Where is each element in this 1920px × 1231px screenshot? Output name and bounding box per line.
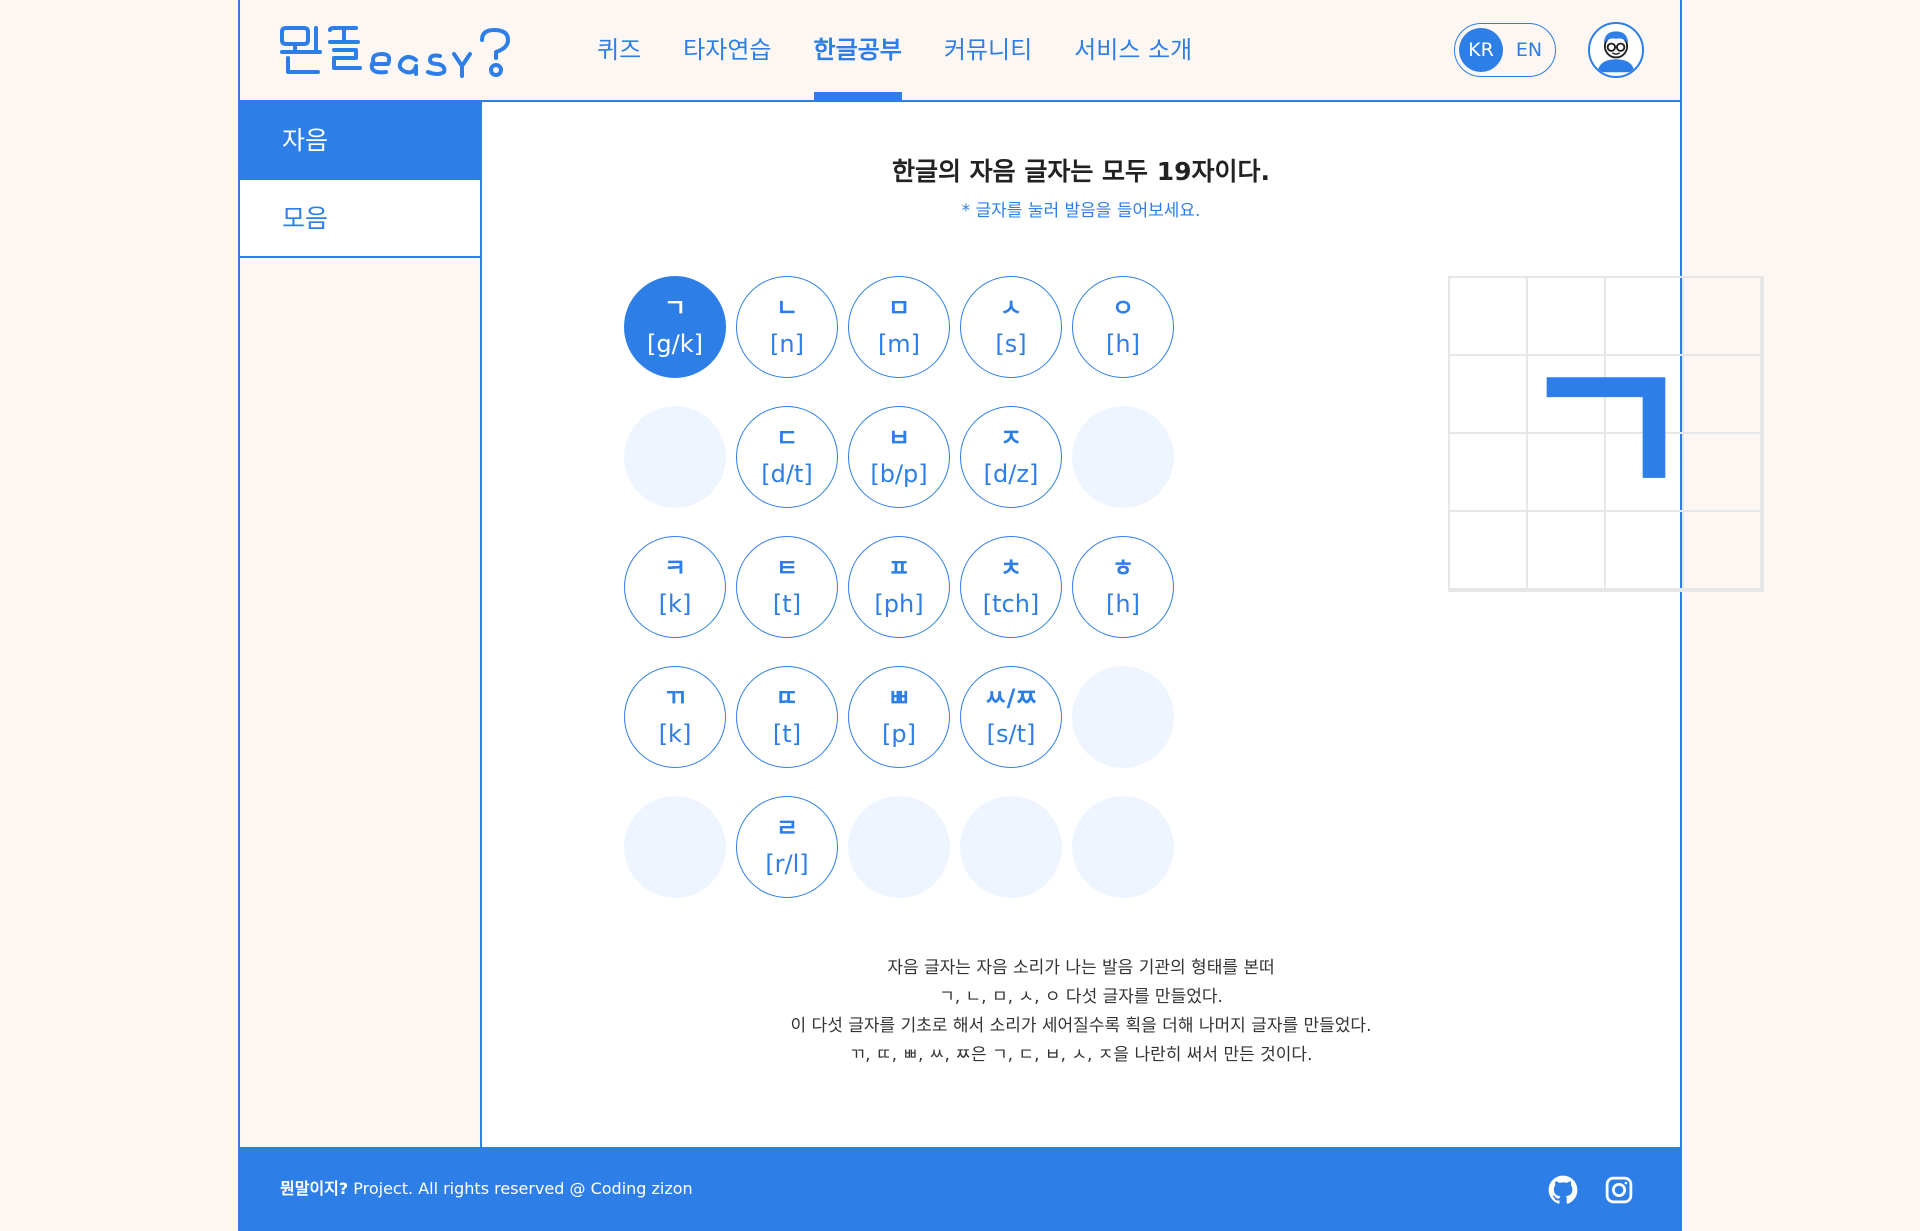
sidebar-item-vowels[interactable]: 모음 xyxy=(240,180,480,258)
lang-en-button[interactable]: EN xyxy=(1507,28,1551,72)
consonant-glyph: ㅆ/ㅉ xyxy=(984,684,1038,712)
consonant-button-m[interactable]: ㅁ [m] xyxy=(848,276,950,378)
consonant-glyph: ㅋ xyxy=(663,554,687,582)
hint-text: * 글자를 눌러 발음을 들어보세요. xyxy=(961,201,1201,221)
lang-kr-button[interactable]: KR xyxy=(1459,28,1503,72)
language-toggle: KR EN xyxy=(1454,23,1556,77)
copyright: 뭔말이지? Project. All rights reserved @ Cod… xyxy=(280,1147,693,1231)
consonant-roman: [k] xyxy=(658,590,692,618)
consonant-button-pp[interactable]: ㅃ [p] xyxy=(848,666,950,768)
consonant-roman: [s/t] xyxy=(986,720,1036,748)
consonant-glyph: ㄷ xyxy=(775,424,799,452)
consonant-glyph: ㄸ xyxy=(775,684,799,712)
consonant-button-d[interactable]: ㄷ [d/t] xyxy=(736,406,838,508)
consonant-button-k[interactable]: ㅋ [k] xyxy=(624,536,726,638)
footer: 뭔말이지? Project. All rights reserved @ Cod… xyxy=(240,1147,1680,1231)
empty-slot xyxy=(1072,406,1174,508)
consonant-glyph: ㄱ xyxy=(663,294,687,322)
instagram-icon[interactable] xyxy=(1604,1175,1634,1205)
consonant-roman: [t] xyxy=(772,590,802,618)
consonant-glyph: ㅍ xyxy=(887,554,911,582)
consonant-glyph: ㅈ xyxy=(999,424,1023,452)
consonant-roman: [d/t] xyxy=(761,460,813,488)
description-line: ㄱ, ㄴ, ㅁ, ㅅ, ㅇ 다섯 글자를 만들었다. xyxy=(939,987,1223,1007)
github-icon[interactable] xyxy=(1548,1175,1578,1205)
page-title: 한글의 자음 글자는 모두 19자이다. xyxy=(891,157,1271,186)
description-line: 자음 글자는 자음 소리가 나는 발음 기관의 형태를 본떠 xyxy=(887,958,1275,978)
main-content: 한글의 자음 글자는 모두 19자이다. * 글자를 눌러 발음을 들어보세요.… xyxy=(482,102,1764,1147)
consonant-roman: [h] xyxy=(1106,590,1140,618)
consonant-button-ss-jj[interactable]: ㅆ/ㅉ [s/t] xyxy=(960,666,1062,768)
consonant-roman: [r/l] xyxy=(765,850,809,878)
consonant-roman: [s] xyxy=(995,330,1027,358)
consonant-button-p[interactable]: ㅍ [ph] xyxy=(848,536,950,638)
consonant-glyph: ㄲ xyxy=(663,684,687,712)
description-line: ㄲ, ㄸ, ㅃ, ㅆ, ㅉ은 ㄱ, ㄷ, ㅂ, ㅅ, ㅈ을 나란히 써서 만든 … xyxy=(849,1045,1313,1065)
consonant-button-h[interactable]: ㅎ [h] xyxy=(1072,536,1174,638)
nav-service-intro[interactable]: 서비스 소개 xyxy=(1053,0,1213,100)
consonant-roman: [d/z] xyxy=(983,460,1039,488)
consonant-roman: [b/p] xyxy=(870,460,928,488)
consonant-glyph: ㄹ xyxy=(775,814,799,842)
consonant-roman: [g/k] xyxy=(647,330,703,358)
consonant-button-kk[interactable]: ㄲ [k] xyxy=(624,666,726,768)
nav-hangul-study[interactable]: 한글공부 xyxy=(793,0,923,100)
consonant-glyph: ㅁ xyxy=(887,294,911,322)
consonant-button-tt[interactable]: ㄸ [t] xyxy=(736,666,838,768)
description-line: 이 다섯 글자를 기초로 해서 소리가 세어질수록 획을 더해 나머지 글자를 … xyxy=(790,1016,1372,1036)
writing-board: ㄱ xyxy=(1448,276,1764,592)
consonant-grid: ㄱ [g/k] ㄴ [n] ㅁ [m] ㅅ [s] ㅇ [h] ㄷ [d/t] … xyxy=(624,276,1184,916)
consonant-button-n[interactable]: ㄴ [n] xyxy=(736,276,838,378)
page-frame: 퀴즈 타자연습 한글공부 커뮤니티 서비스 소개 KR EN 자음 모음 한글의… xyxy=(238,0,1764,1231)
nav-quiz[interactable]: 퀴즈 xyxy=(576,0,662,100)
footer-text: Project. All rights reserved @ Coding zi… xyxy=(348,1179,693,1198)
board-glyph: ㄱ xyxy=(1513,317,1698,550)
consonant-button-t[interactable]: ㅌ [t] xyxy=(736,536,838,638)
consonant-roman: [tch] xyxy=(982,590,1040,618)
avatar[interactable] xyxy=(1588,22,1644,78)
sidebar: 자음 모음 xyxy=(240,102,482,1147)
consonant-glyph: ㄴ xyxy=(775,294,799,322)
consonant-roman: [p] xyxy=(882,720,916,748)
empty-slot xyxy=(1072,666,1174,768)
consonant-button-ieung[interactable]: ㅇ [h] xyxy=(1072,276,1174,378)
nav-community[interactable]: 커뮤니티 xyxy=(923,0,1053,100)
nav-typing-practice[interactable]: 타자연습 xyxy=(662,0,792,100)
footer-brand: 뭔말이지? xyxy=(280,1179,349,1198)
consonant-roman: [ph] xyxy=(874,590,924,618)
description: 자음 글자는 자음 소리가 나는 발음 기관의 형태를 본떠 ㄱ, ㄴ, ㅁ, … xyxy=(482,954,1680,1070)
consonant-button-s[interactable]: ㅅ [s] xyxy=(960,276,1062,378)
main-nav: 퀴즈 타자연습 한글공부 커뮤니티 서비스 소개 xyxy=(576,0,1213,100)
consonant-glyph: ㅇ xyxy=(1111,294,1135,322)
consonant-glyph: ㅊ xyxy=(999,554,1023,582)
consonant-glyph: ㅎ xyxy=(1111,554,1135,582)
empty-slot xyxy=(1072,796,1174,898)
consonant-glyph: ㅂ xyxy=(887,424,911,452)
consonant-glyph: ㅃ xyxy=(887,684,911,712)
consonant-roman: [m] xyxy=(877,330,921,358)
empty-slot xyxy=(624,796,726,898)
consonant-button-r[interactable]: ㄹ [r/l] xyxy=(736,796,838,898)
empty-slot xyxy=(624,406,726,508)
consonant-roman: [h] xyxy=(1106,330,1140,358)
consonant-roman: [n] xyxy=(770,330,804,358)
sidebar-item-consonants[interactable]: 자음 xyxy=(240,102,480,180)
consonant-glyph: ㅅ xyxy=(999,294,1023,322)
consonant-roman: [k] xyxy=(658,720,692,748)
consonant-button-g[interactable]: ㄱ [g/k] xyxy=(624,276,726,378)
consonant-button-ch[interactable]: ㅊ [tch] xyxy=(960,536,1062,638)
consonant-glyph: ㅌ xyxy=(775,554,799,582)
consonant-button-j[interactable]: ㅈ [d/z] xyxy=(960,406,1062,508)
logo[interactable] xyxy=(278,24,518,78)
empty-slot xyxy=(960,796,1062,898)
header: 퀴즈 타자연습 한글공부 커뮤니티 서비스 소개 KR EN xyxy=(240,0,1680,102)
consonant-roman: [t] xyxy=(772,720,802,748)
empty-slot xyxy=(848,796,950,898)
consonant-button-b[interactable]: ㅂ [b/p] xyxy=(848,406,950,508)
user-avatar-icon xyxy=(1591,25,1641,75)
